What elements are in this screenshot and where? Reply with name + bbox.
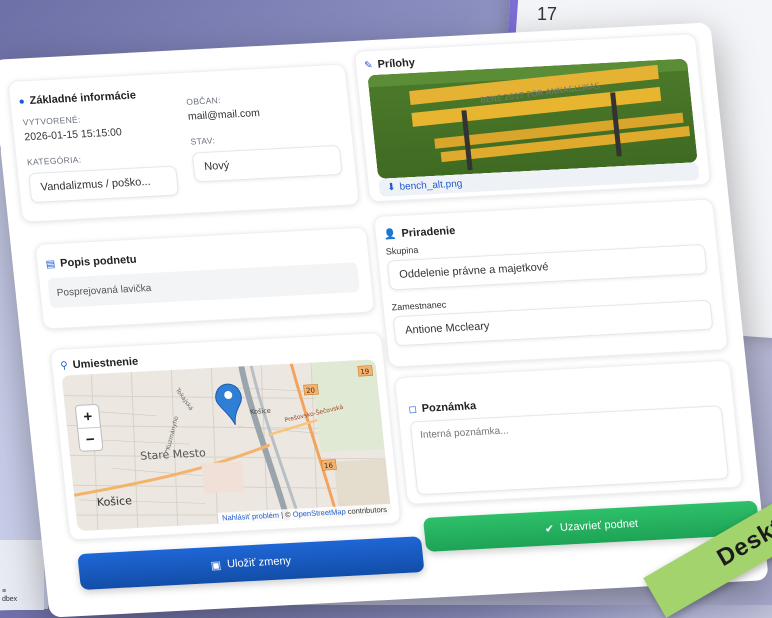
attachment-photo[interactable]: BENE 2017 FOR ANNA&LUKAS [367,58,698,179]
description-text: Posprejovaná lavička [47,262,360,309]
location-map[interactable]: Staré Mesto Košice Košice Tokajská Prešo… [61,359,392,532]
status-field[interactable]: Nový [191,144,343,183]
group-select[interactable]: Oddelenie právne a majetkové [386,243,708,291]
bench-image: BENE 2017 FOR ANNA&LUKAS [367,58,698,179]
info-icon: ● [18,95,26,108]
document-icon: ▤ [45,258,56,270]
citizen-value: mail@mail.com [187,107,261,123]
info-title-text: Základné informácie [29,89,137,108]
created-label: VYTVORENÉ: [22,114,82,128]
employee-label: Zamestnanec [391,299,447,313]
description-card: ▤ Popis podnetu Posprejovaná lavička [34,226,376,330]
report-problem-link[interactable]: Nahlásiť problém [222,511,280,523]
info-card-title: ● Základné informácie [18,89,137,108]
created-value: 2026-01-15 15:15:00 [23,126,123,144]
attachment-file-name: bench_alt.png [398,178,463,193]
status-label: STAV: [190,135,216,147]
assignment-title-text: Priradenie [400,224,456,240]
paperclip-icon: ✎ [363,59,374,71]
map-label-kosice-station: Košice [250,407,271,416]
category-label: KATEGÓRIA: [26,154,82,168]
note-textarea[interactable] [409,405,730,496]
info-card: ● Základné informácie VYTVORENÉ: 2026-01… [7,63,360,223]
zoom-in-button[interactable]: + [76,405,100,428]
location-title-text: Umiestnenie [72,355,139,372]
map-zoom-control: + − [74,403,104,452]
map-label-kosice: Košice [96,494,133,509]
note-card: ◻ Poznámka [394,359,743,505]
attachments-card: ✎ Prílohy BENE 2017 FOR ANNA&LUKAS ⬇ ben… [353,33,712,203]
user-plus-icon: 👤 [383,228,398,241]
attachments-title: ✎ Prílohy [364,57,416,72]
assignment-title: 👤 Priradenie [383,224,456,241]
report-detail-modal: ● Základné informácie VYTVORENÉ: 2026-01… [0,22,769,618]
description-title: ▤ Popis podnetu [45,254,137,271]
attribution-contributors: contributors [345,504,388,517]
check-circle-icon: ✔ [544,522,555,536]
background-number: 17 [537,4,558,24]
road-number-16: 16 [324,462,334,470]
location-card: ⚲ Umiestnenie Staré Mesto Košice Košice … [49,331,402,541]
zoom-out-button[interactable]: − [78,426,103,451]
assignment-card: 👤 Priradenie Skupina Oddelenie právne a … [373,198,729,368]
save-button[interactable]: ▣ Uložiť zmeny [77,536,425,591]
road-number-20: 20 [306,387,316,395]
note-title-text: Poznámka [421,400,477,415]
close-report-button-label: Uzavrieť podnet [559,517,639,534]
attachments-title-text: Prílohy [377,56,416,71]
background-text: ≡ dbex [2,588,18,603]
citizen-label: OBČAN: [185,95,222,107]
attribution-separator: | © [278,509,294,520]
note-icon: ◻ [407,403,418,416]
map-pin-icon: ⚲ [59,359,69,372]
category-field[interactable]: Vandalizmus / poško... [28,165,180,204]
location-title: ⚲ Umiestnenie [60,356,139,372]
save-button-label: Uložiť zmeny [226,555,292,571]
note-title: ◻ Poznámka [408,400,477,415]
group-label: Skupina [385,244,419,257]
floppy-icon: ▣ [210,559,222,572]
road-number-19: 19 [360,368,370,376]
download-icon: ⬇ [386,181,397,193]
description-title-text: Popis podnetu [59,253,138,270]
openstreetmap-link[interactable]: OpenStreetMap [292,507,346,519]
